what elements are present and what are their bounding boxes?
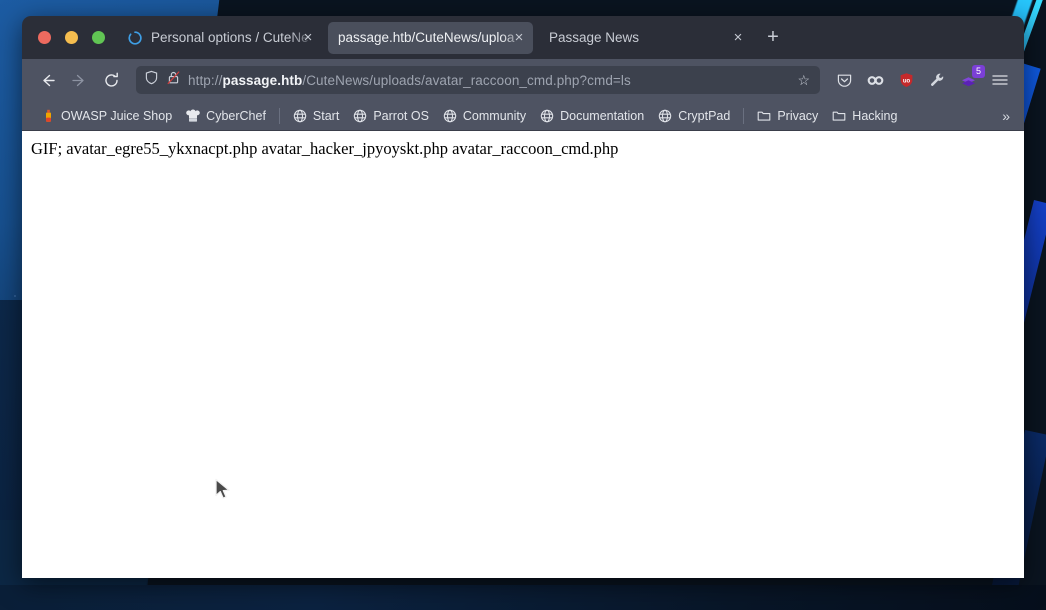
extension-stack-icon[interactable]: 5: [954, 64, 985, 95]
svg-text:uo: uo: [903, 78, 911, 84]
tab-title: Personal options / CuteNe: [151, 30, 309, 45]
window-controls: [28, 31, 117, 44]
globe-icon: [443, 109, 457, 123]
wallpaper-speck: [14, 295, 16, 297]
new-tab-button[interactable]: +: [758, 23, 788, 53]
tab-close-icon[interactable]: ×: [298, 28, 318, 48]
bookmark-folder-privacy[interactable]: Privacy: [750, 106, 825, 126]
tab-passage-news[interactable]: Passage News ×: [539, 22, 754, 54]
bookmark-label: Community: [462, 108, 527, 123]
bookmark-cyberchef[interactable]: CyberChef: [179, 106, 273, 126]
globe-icon: [540, 109, 554, 123]
reload-button[interactable]: [96, 65, 126, 95]
lock-crossed-icon[interactable]: [166, 70, 181, 90]
bookmark-folder-hacking[interactable]: Hacking: [825, 106, 904, 126]
juice-icon: [41, 109, 55, 123]
tab-list: Personal options / CuteNe × passage.htb/…: [117, 21, 1018, 54]
bookmark-documentation[interactable]: Documentation: [533, 106, 651, 126]
bookmarks-overflow-chevron-icon[interactable]: »: [996, 106, 1016, 126]
bookmark-label: Documentation: [560, 108, 645, 123]
bookmark-star-icon[interactable]: ☆: [797, 72, 812, 89]
bookmark-start[interactable]: Start: [286, 106, 346, 126]
wrench-icon[interactable]: [923, 66, 952, 95]
tab-close-icon[interactable]: ×: [509, 28, 529, 48]
bookmarks-separator: [278, 107, 280, 124]
tab-close-icon[interactable]: ×: [728, 28, 748, 48]
page-content: GIF; avatar_egre55_ykxnacpt.php avatar_h…: [22, 131, 1024, 578]
bookmark-label: Parrot OS: [373, 108, 429, 123]
tab-title: Passage News: [549, 30, 640, 45]
shield-icon[interactable]: [144, 70, 159, 90]
maximize-window-button[interactable]: [92, 31, 105, 44]
bookmark-community[interactable]: Community: [436, 106, 533, 126]
minimize-window-button[interactable]: [65, 31, 78, 44]
globe-icon: [293, 109, 307, 123]
globe-icon: [353, 109, 367, 123]
bookmarks-separator: [743, 107, 745, 124]
bookmark-label: OWASP Juice Shop: [61, 108, 173, 123]
bookmark-label: Hacking: [852, 108, 898, 123]
back-button[interactable]: [32, 65, 62, 95]
wallpaper-bottom-band: [0, 585, 1046, 610]
pocket-icon[interactable]: [830, 66, 859, 95]
tab-title: passage.htb/CuteNews/uploa: [338, 30, 515, 45]
tab-strip: Personal options / CuteNe × passage.htb/…: [22, 16, 1024, 59]
close-window-button[interactable]: [38, 31, 51, 44]
hamburger-menu-icon[interactable]: [985, 66, 1014, 95]
url-text[interactable]: http://passage.htb/CuteNews/uploads/avat…: [188, 73, 790, 88]
bitwarden-infinity-icon[interactable]: [861, 66, 890, 95]
ublock-origin-icon[interactable]: uo: [892, 66, 921, 95]
bookmark-owasp-juice-shop[interactable]: OWASP Juice Shop: [34, 106, 179, 126]
tab-personal-options[interactable]: Personal options / CuteNe ×: [117, 22, 322, 54]
forward-button[interactable]: [64, 65, 94, 95]
browser-window: Personal options / CuteNe × passage.htb/…: [22, 16, 1024, 578]
tab-passage-uploads[interactable]: passage.htb/CuteNews/uploa ×: [328, 21, 533, 54]
command-output-text: GIF; avatar_egre55_ykxnacpt.php avatar_h…: [31, 139, 619, 158]
bookmark-cryptpad[interactable]: CryptPad: [651, 106, 737, 126]
bookmark-parrot-os[interactable]: Parrot OS: [346, 106, 436, 126]
bookmark-label: CryptPad: [678, 108, 731, 123]
bookmark-label: Start: [312, 108, 340, 123]
extension-badge-count: 5: [972, 64, 985, 78]
navigation-toolbar: http://passage.htb/CuteNews/uploads/avat…: [22, 59, 1024, 101]
folder-icon: [832, 109, 846, 123]
chef-hat-icon: [186, 108, 200, 123]
url-bar[interactable]: http://passage.htb/CuteNews/uploads/avat…: [136, 66, 820, 94]
bookmark-label: CyberChef: [206, 108, 266, 123]
folder-icon: [757, 109, 771, 123]
bookmarks-bar: OWASP Juice Shop CyberChef Start Parrot …: [22, 101, 1024, 131]
loading-spinner-icon: [127, 30, 143, 46]
bookmark-label: Privacy: [777, 108, 819, 123]
globe-icon: [658, 109, 672, 123]
